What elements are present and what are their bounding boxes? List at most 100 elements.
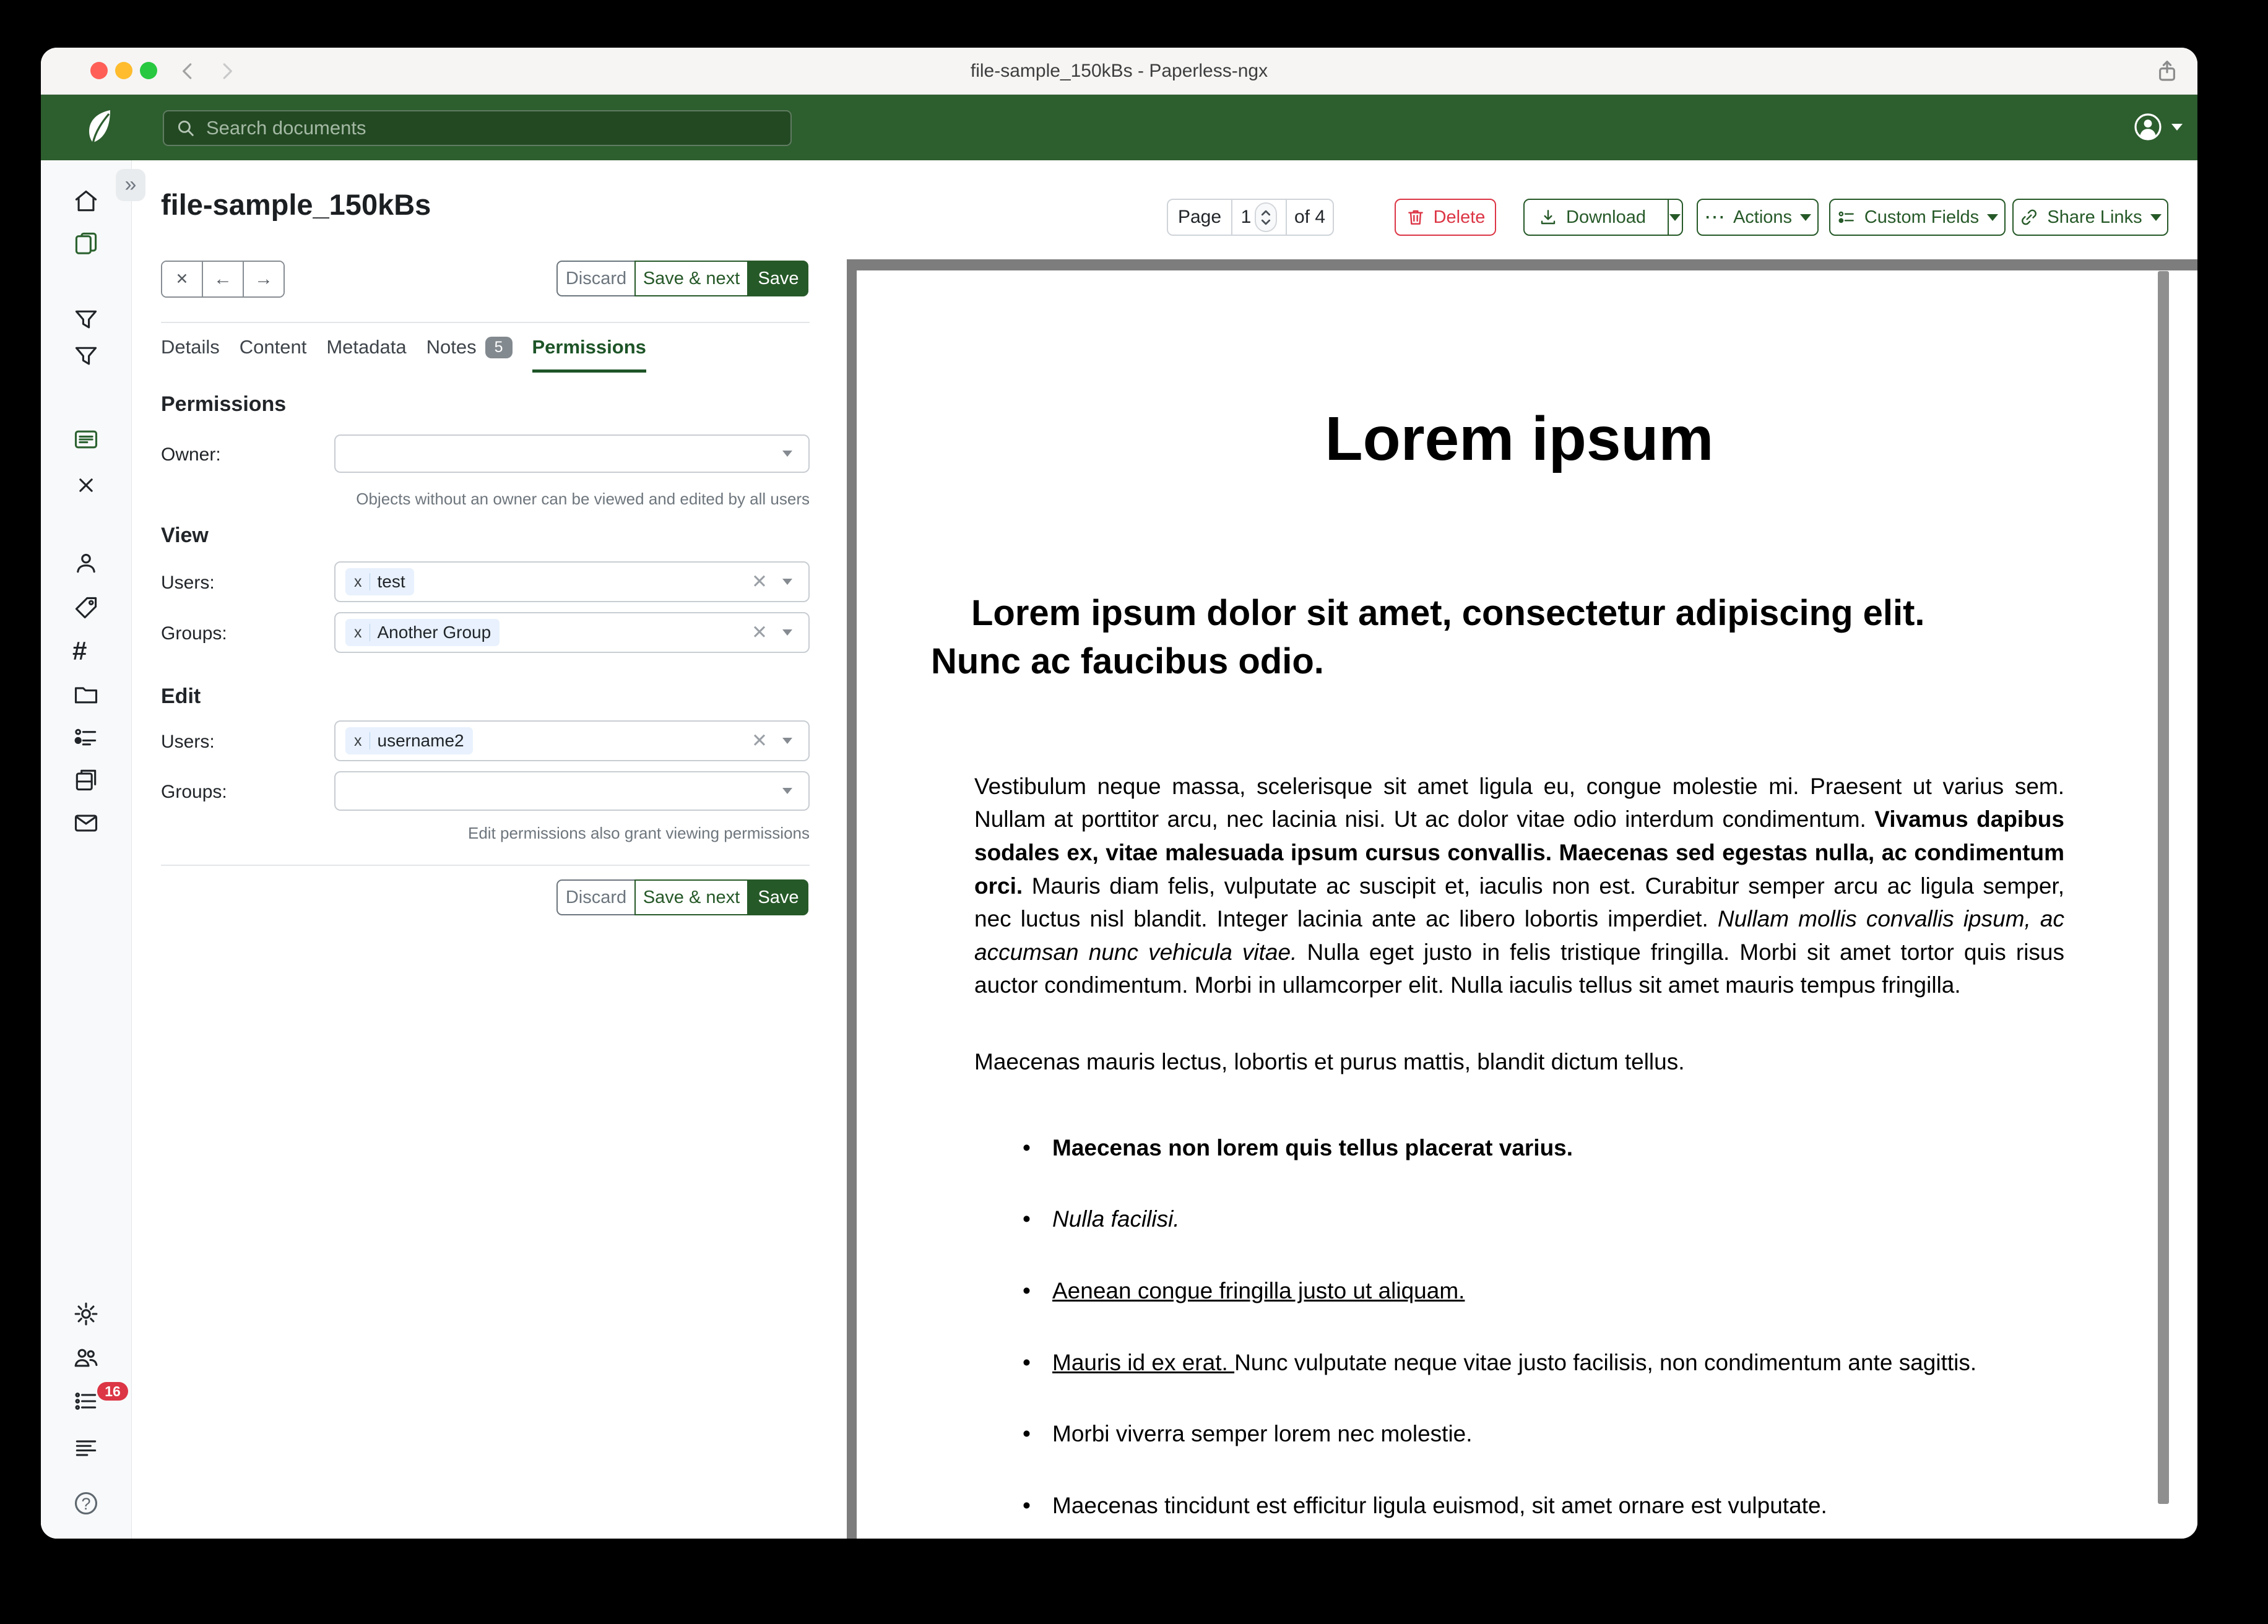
selected-group-chip: x Another Group (345, 619, 500, 646)
tab-metadata[interactable]: Metadata (326, 336, 406, 369)
ellipsis-icon: ⋯ (1704, 211, 1725, 223)
list-item: Mauris id ex erat. Nunc vulputate neque … (1052, 1346, 2064, 1380)
chevron-down-icon (1987, 214, 1998, 221)
pdf-title: Lorem ipsum (974, 404, 2064, 475)
clear-selection-icon[interactable]: ✕ (751, 730, 768, 752)
chevron-down-icon (1669, 214, 1681, 221)
next-document-button[interactable]: → (243, 262, 284, 296)
actions-button[interactable]: ⋯ Actions (1697, 199, 1819, 236)
sidebar-item-saved-view-filter-icon[interactable] (72, 306, 100, 334)
view-users-select[interactable]: x test ✕ (334, 561, 810, 602)
save-and-next-button[interactable]: Save & next (634, 879, 748, 915)
share-icon[interactable] (2154, 58, 2180, 84)
page-number-cell: 1 (1232, 200, 1287, 235)
sidebar-item-dashboard-home-icon[interactable] (72, 188, 100, 215)
sidebar-item-custom-fields-icon[interactable] (72, 723, 100, 750)
sidebar-item-correspondents-icon[interactable] (72, 550, 100, 577)
download-options-button[interactable] (1668, 200, 1682, 235)
discard-button[interactable]: Discard (556, 879, 636, 915)
save-and-next-button[interactable]: Save & next (634, 261, 748, 296)
sidebar-item-filter-icon[interactable] (72, 343, 100, 370)
sidebar-item-storage-paths-icon[interactable] (72, 766, 100, 793)
share-links-button[interactable]: Share Links (2012, 199, 2168, 236)
sidebar-item-documents-icon[interactable] (72, 230, 100, 257)
paperless-logo-leaf-icon[interactable] (85, 108, 115, 147)
page-navigation-group: Page 1 of 4 (1167, 199, 1334, 236)
save-button[interactable]: Save (748, 879, 808, 915)
view-groups-select[interactable]: x Another Group ✕ (334, 612, 810, 653)
view-heading: View (161, 524, 209, 548)
search-box[interactable] (163, 110, 792, 146)
list-item: Nulla facilisi. (1052, 1203, 2064, 1236)
sidebar-expand-button[interactable]: » (116, 169, 145, 201)
notes-count-badge: 5 (485, 337, 513, 358)
page-number-value: 1 (1241, 207, 1252, 228)
close-document-button[interactable]: ✕ (162, 262, 202, 296)
discard-button[interactable]: Discard (556, 261, 636, 296)
chevron-down-icon (2150, 214, 2162, 221)
search-icon (175, 118, 196, 139)
clear-selection-icon[interactable]: ✕ (751, 571, 768, 593)
tasks-count-badge: 16 (97, 1382, 128, 1401)
chip-remove-icon[interactable]: x (354, 732, 362, 750)
chevron-down-icon (1800, 214, 1811, 221)
sidebar-item-help-icon[interactable]: ? (72, 1490, 100, 1517)
page-label: Page (1168, 200, 1232, 235)
chip-remove-icon[interactable]: x (354, 573, 362, 591)
sidebar-item-settings-gear-icon[interactable] (72, 1300, 100, 1328)
save-button[interactable]: Save (748, 261, 808, 296)
owner-select[interactable] (334, 434, 810, 473)
chevron-down-icon (782, 629, 792, 636)
tab-permissions[interactable]: Permissions (532, 336, 646, 373)
edit-groups-select[interactable] (334, 771, 810, 811)
sidebar-item-open-document-icon[interactable] (72, 426, 100, 453)
document-nav-group: ✕ ← → (161, 261, 285, 298)
tab-notes[interactable]: Notes 5 (426, 336, 513, 369)
preview-scrollbar-thumb[interactable] (2158, 271, 2169, 1504)
divider (161, 322, 810, 323)
selected-user-chip: x test (345, 568, 414, 595)
tab-content[interactable]: Content (240, 336, 307, 369)
user-menu[interactable] (2133, 112, 2183, 142)
pdf-paragraph: Maecenas mauris lectus, lobortis et puru… (974, 1045, 2064, 1079)
delete-button[interactable]: Delete (1395, 199, 1496, 236)
chip-remove-icon[interactable]: x (354, 624, 362, 642)
pdf-paragraph: Vestibulum neque massa, scelerisque sit … (974, 770, 2064, 1002)
chevron-down-icon (2171, 124, 2183, 131)
titlebar: file-sample_150kBs - Paperless-ngx (41, 48, 2197, 95)
sidebar-item-users-groups-icon[interactable] (72, 1344, 100, 1371)
sidebar-item-mail-icon[interactable] (72, 810, 100, 837)
divider (161, 865, 810, 866)
sidebar-item-close-document-icon[interactable] (72, 472, 100, 499)
download-icon (1538, 207, 1558, 227)
desktop-background: file-sample_150kBs - Paperless-ngx (0, 0, 2268, 1624)
sidebar-item-tasks-icon[interactable] (72, 1388, 100, 1415)
custom-fields-icon (1837, 207, 1856, 227)
main-area: » (41, 160, 2197, 1539)
download-button[interactable]: Download (1525, 200, 1660, 235)
search-input[interactable] (205, 116, 779, 140)
chevron-down-icon (782, 738, 792, 744)
edit-groups-label: Groups: (161, 782, 227, 803)
list-item: Maecenas non lorem quis tellus placerat … (1052, 1131, 2064, 1165)
download-split-button: Download (1523, 199, 1683, 236)
list-item: Morbi viverra semper lorem nec molestie. (1052, 1417, 2064, 1451)
edit-users-select[interactable]: x username2 ✕ (334, 720, 810, 761)
sidebar-item-asn-hash-icon[interactable]: # (72, 637, 100, 665)
custom-fields-button[interactable]: Custom Fields (1829, 199, 2006, 236)
sidebar-item-logs-icon[interactable] (72, 1434, 100, 1461)
edit-heading: Edit (161, 685, 201, 709)
tab-details[interactable]: Details (161, 336, 220, 369)
page-count-label: of 4 (1287, 200, 1333, 235)
trash-icon (1406, 207, 1426, 227)
sidebar-item-document-types-folder-icon[interactable] (72, 681, 100, 708)
previous-document-button[interactable]: ← (202, 262, 243, 296)
edit-actions-top: Discard Save & next Save (556, 261, 808, 296)
page-stepper[interactable] (1255, 202, 1277, 232)
clear-selection-icon[interactable]: ✕ (751, 621, 768, 644)
document-tabs: Details Content Metadata Notes 5 Permiss… (161, 336, 646, 373)
edit-users-label: Users: (161, 732, 215, 753)
sidebar-item-tags-icon[interactable] (72, 594, 100, 621)
sidebar: » (41, 160, 132, 1539)
permissions-heading: Permissions (161, 392, 286, 417)
